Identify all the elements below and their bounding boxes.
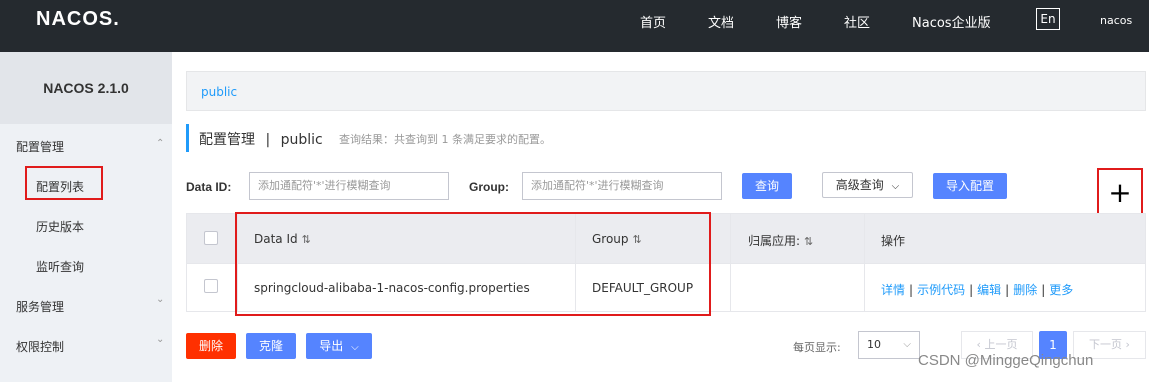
namespace-public[interactable]: public [201, 85, 237, 99]
chevron-down-icon: ⌵ [351, 342, 359, 353]
op-delete[interactable]: 删除 [1013, 283, 1037, 297]
sidebar-group-service[interactable]: 服务管理 [16, 298, 64, 315]
add-config-button[interactable]: + [1097, 168, 1143, 218]
group-input[interactable]: 添加通配符'*'进行模糊查询 [522, 172, 722, 200]
header-app[interactable]: 归属应用: ⇅ [748, 232, 813, 249]
dataid-label: Data ID: [186, 180, 232, 194]
nav-docs[interactable]: 文档 [708, 12, 734, 31]
sidebar: NACOS 2.1.0 配置管理 ⌃ 配置列表 历史版本 监听查询 服务管理 ⌄… [0, 52, 172, 382]
op-more[interactable]: 更多 [1049, 283, 1073, 297]
group-label: Group: [469, 180, 509, 194]
chevron-down-icon: ⌄ [156, 294, 165, 305]
page-title: 配置管理 | public [199, 132, 323, 148]
chevron-right-icon: › [1122, 338, 1130, 351]
header-ops: 操作 [881, 234, 906, 248]
user-name[interactable]: nacos [1100, 14, 1132, 27]
nav-community[interactable]: 社区 [844, 12, 870, 31]
title-accent [186, 124, 189, 152]
cell-ops: 详情 | 示例代码 | 编辑 | 删除 | 更多 [881, 283, 1074, 297]
sort-icon: ⇅ [804, 235, 814, 248]
clone-button[interactable]: 克隆 [246, 333, 296, 359]
top-nav: NACOS. 首页 文档 博客 社区 Nacos企业版 En nacos [0, 0, 1149, 52]
op-sample-code[interactable]: 示例代码 [917, 283, 965, 297]
nav-enterprise[interactable]: Nacos企业版 [912, 12, 991, 31]
query-result-text: 查询结果：共查询到 1 条满足要求的配置。 [339, 133, 551, 146]
advanced-query-button[interactable]: 高级查询 ⌵ [822, 172, 913, 198]
chevron-down-icon: ⌄ [156, 334, 165, 345]
nav-blog[interactable]: 博客 [776, 12, 802, 31]
sidebar-item-listener[interactable]: 监听查询 [36, 258, 84, 275]
select-all-checkbox[interactable] [204, 231, 218, 245]
row-checkbox[interactable] [204, 279, 218, 293]
op-detail[interactable]: 详情 [881, 283, 905, 297]
highlight-dataid-group [235, 212, 711, 316]
language-toggle[interactable]: En [1036, 8, 1060, 30]
watermark: CSDN @MinggeQingchun [918, 352, 1094, 369]
sidebar-version: NACOS 2.1.0 [0, 52, 172, 124]
delete-button[interactable]: 删除 [186, 333, 236, 359]
highlight-config-list [25, 166, 103, 200]
sidebar-group-auth[interactable]: 权限控制 [16, 338, 64, 355]
namespace-bar: public [186, 71, 1146, 111]
op-edit[interactable]: 编辑 [977, 283, 1001, 297]
nav-home[interactable]: 首页 [640, 12, 666, 31]
chevron-down-icon: ⌵ [903, 339, 911, 350]
sidebar-group-config[interactable]: 配置管理 [16, 138, 64, 155]
chevron-up-icon: ⌃ [156, 138, 165, 149]
nacos-logo[interactable]: NACOS. [36, 8, 120, 31]
sidebar-item-history[interactable]: 历史版本 [36, 218, 84, 235]
chevron-down-icon: ⌵ [891, 181, 900, 192]
plus-icon: + [1108, 176, 1132, 209]
page-size-select[interactable]: 10 ⌵ [858, 331, 920, 359]
query-button[interactable]: 查询 [742, 173, 792, 199]
dataid-input[interactable]: 添加通配符'*'进行模糊查询 [249, 172, 449, 200]
export-button[interactable]: 导出 ⌵ [306, 333, 372, 359]
import-config-button[interactable]: 导入配置 [933, 173, 1007, 199]
page-size-label: 每页显示: [793, 341, 841, 354]
